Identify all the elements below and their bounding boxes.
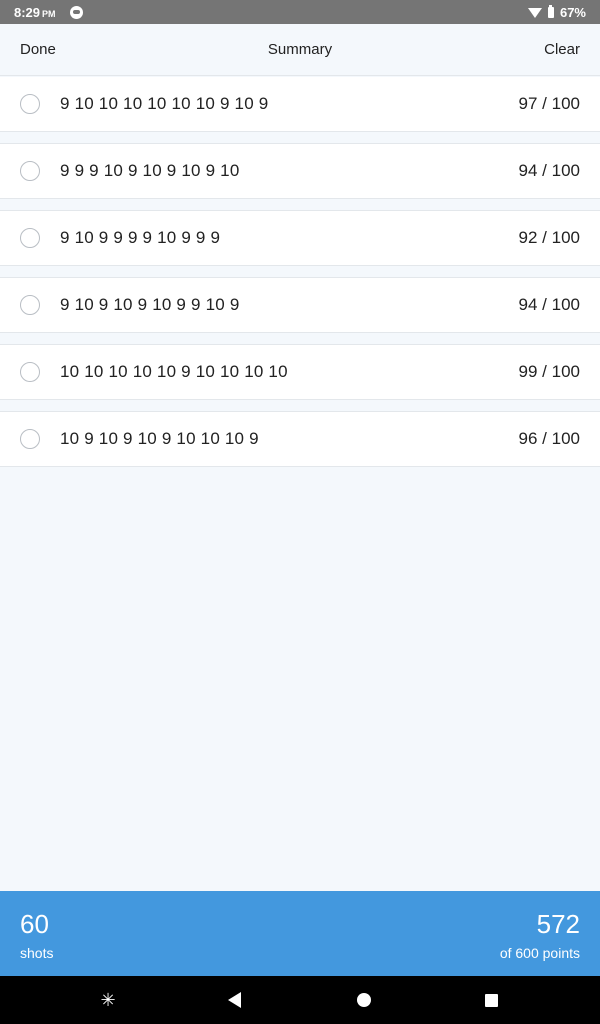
shots-values: 9 9 9 10 9 10 9 10 9 10 <box>60 161 240 180</box>
header: Done Summary Clear <box>0 24 600 76</box>
radio-button[interactable] <box>20 161 40 181</box>
list-item[interactable]: 9 10 10 10 10 10 10 9 10 9 97 / 100 <box>0 77 600 132</box>
points-label: of 600 points <box>499 945 580 961</box>
status-bar: 8:29 PM 67% <box>0 0 600 24</box>
series-score: 99 / 100 <box>518 362 580 381</box>
list-item[interactable]: 10 10 10 10 10 9 10 10 10 10 99 / 100 <box>0 344 600 400</box>
battery-percent: 67% <box>559 4 586 20</box>
shots-values: 10 9 10 9 10 9 10 10 10 9 <box>60 429 259 448</box>
radio-button[interactable] <box>20 228 40 248</box>
notification-icon <box>69 5 83 19</box>
shots-values: 9 10 10 10 10 10 10 9 10 9 <box>60 94 269 113</box>
series-score: 94 / 100 <box>518 161 580 180</box>
assistant-button[interactable]: ✳ <box>84 976 132 1024</box>
series-list: 9 10 10 10 10 10 10 9 10 9 97 / 100 9 9 … <box>0 77 600 478</box>
points-summary: 572 of 600 points <box>500 909 580 976</box>
points-total: 572 <box>536 909 580 939</box>
radio-button[interactable] <box>20 94 40 114</box>
shots-values: 10 10 10 10 10 9 10 10 10 10 <box>60 362 288 381</box>
list-item[interactable]: 10 9 10 9 10 9 10 10 10 9 96 / 100 <box>0 411 600 467</box>
back-icon <box>227 992 241 1008</box>
home-icon <box>357 993 371 1007</box>
list-item[interactable]: 9 9 9 10 9 10 9 10 9 10 94 / 100 <box>0 143 600 199</box>
status-left: 8:29 PM <box>14 5 83 20</box>
recents-button[interactable] <box>467 976 515 1024</box>
done-button[interactable]: Done <box>20 41 56 58</box>
back-button[interactable] <box>210 976 258 1024</box>
recents-icon <box>484 993 498 1007</box>
navigation-bar: ✳ <box>0 976 600 1024</box>
shots-values: 9 10 9 10 9 10 9 9 10 9 <box>60 295 240 314</box>
shots-summary: 60 shots <box>20 909 53 976</box>
clear-button[interactable]: Clear <box>544 41 580 58</box>
shots-label: shots <box>20 945 54 961</box>
assistant-spark-icon: ✳ <box>100 990 116 1010</box>
status-right: 67% <box>527 4 586 20</box>
summary-footer: 60 shots 572 of 600 points <box>0 891 600 976</box>
list-item[interactable]: 9 10 9 10 9 10 9 9 10 9 94 / 100 <box>0 277 600 333</box>
shots-values: 9 10 9 9 9 9 10 9 9 9 <box>60 228 221 247</box>
series-score: 97 / 100 <box>518 94 580 113</box>
home-button[interactable] <box>340 976 388 1024</box>
radio-button[interactable] <box>20 362 40 382</box>
series-score: 92 / 100 <box>518 228 580 247</box>
page-title: Summary <box>267 41 333 58</box>
radio-button[interactable] <box>20 295 40 315</box>
status-time: 8:29 PM <box>14 4 56 20</box>
shots-count: 60 <box>20 909 49 939</box>
series-score: 96 / 100 <box>518 429 580 448</box>
radio-button[interactable] <box>20 429 40 449</box>
list-item[interactable]: 9 10 9 9 9 9 10 9 9 9 92 / 100 <box>0 210 600 266</box>
series-score: 94 / 100 <box>518 295 580 314</box>
battery-icon <box>547 4 554 18</box>
wifi-icon <box>527 8 542 18</box>
